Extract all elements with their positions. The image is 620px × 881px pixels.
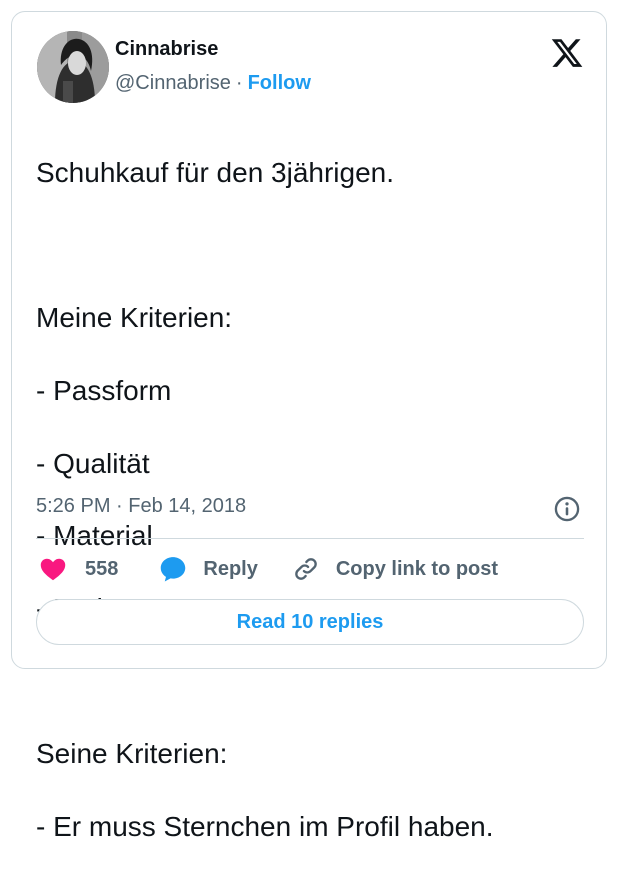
copy-link-label: Copy link to post: [335, 557, 499, 580]
tweet-line: Meine Kriterien:: [36, 302, 233, 334]
tweet-line: Seine Kriterien:: [36, 738, 228, 770]
follow-button[interactable]: Follow: [248, 72, 311, 94]
copy-link-button[interactable]: Copy link to post: [292, 555, 498, 583]
read-replies-button[interactable]: Read 10 replies: [36, 599, 584, 645]
heart-icon: [40, 558, 66, 581]
reply-label: Reply: [203, 557, 258, 580]
action-bar: 558 Reply Copy link to post: [38, 552, 498, 586]
info-icon[interactable]: [553, 495, 581, 523]
tweet-line: Schuhkauf für den 3jährigen.: [36, 157, 395, 189]
like-count: 558: [85, 557, 119, 580]
divider: [36, 538, 584, 539]
author-handle-row: @Cinnabrise · Follow: [115, 72, 311, 95]
tweet-card: Cinnabrise @Cinnabrise · Follow Schuhkauf …: [11, 11, 607, 842]
speech-bubble-icon: [161, 557, 186, 582]
reply-button[interactable]: Reply: [158, 554, 258, 584]
tweet-line: - Passform: [36, 375, 172, 407]
avatar[interactable]: [37, 31, 109, 103]
avatar-image: [37, 31, 109, 103]
tweet-line: - Qualität: [36, 447, 150, 479]
tweet-line: [36, 228, 596, 264]
tweet-timestamp[interactable]: 5:26 PM · Feb 14, 2018: [36, 495, 246, 518]
author-name[interactable]: Cinnabrise: [115, 38, 218, 61]
tweet-line: - Er muss Sternchen im Profil haben.: [36, 810, 494, 842]
author-handle[interactable]: @Cinnabrise: [115, 72, 231, 94]
x-logo-icon[interactable]: [550, 36, 584, 70]
separator-dot: ·: [235, 72, 243, 94]
link-icon: [295, 558, 317, 580]
like-button[interactable]: 558: [38, 555, 118, 583]
tweet-line: - Material: [36, 520, 153, 552]
